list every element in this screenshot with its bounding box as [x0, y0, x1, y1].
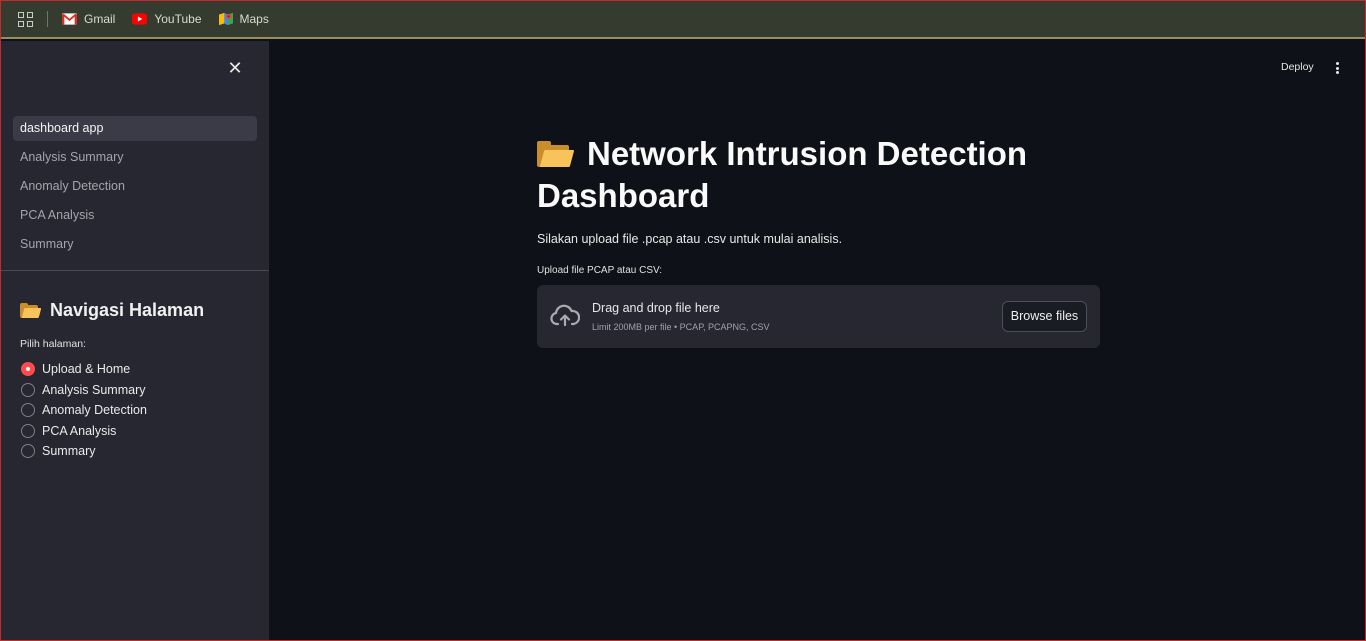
- bookmark-label: Gmail: [84, 12, 116, 26]
- browser-window: Gmail YouTube Maps ✕ dashboard app Analy…: [0, 0, 1366, 641]
- radio-analysis-summary[interactable]: Analysis Summary: [21, 380, 147, 401]
- dropzone-instructions: Drag and drop file here: [592, 301, 720, 315]
- close-sidebar-button[interactable]: ✕: [227, 58, 243, 78]
- sidebar-divider: [1, 270, 269, 271]
- sidebar-item-pca-analysis[interactable]: PCA Analysis: [13, 203, 257, 228]
- bookmark-gmail[interactable]: Gmail: [62, 12, 115, 26]
- deploy-button[interactable]: Deploy: [1281, 61, 1314, 73]
- radio-unchecked-icon: [21, 423, 35, 438]
- gmail-icon: [62, 13, 77, 25]
- sidebar: ✕ dashboard app Analysis Summary Anomaly…: [1, 41, 269, 640]
- radio-option-label: PCA Analysis: [42, 423, 117, 438]
- radio-option-label: Anomaly Detection: [42, 403, 147, 418]
- sidebar-item-dashboard-app[interactable]: dashboard app: [13, 116, 257, 141]
- dropzone-limit-text: Limit 200MB per file • PCAP, PCAPNG, CSV: [592, 322, 770, 332]
- browse-files-button[interactable]: Browse files: [1002, 301, 1087, 332]
- radio-summary[interactable]: Summary: [21, 441, 147, 462]
- bookmarks-bar: Gmail YouTube Maps: [1, 1, 1365, 39]
- radio-upload-home[interactable]: Upload & Home: [21, 359, 147, 380]
- open-folder-icon: [20, 303, 42, 318]
- radio-unchecked-icon: [21, 444, 35, 459]
- radio-checked-icon: [21, 362, 35, 377]
- sidebar-section-title-text: Navigasi Halaman: [50, 300, 205, 320]
- youtube-icon: [132, 13, 148, 25]
- close-icon: ✕: [227, 58, 243, 78]
- kebab-dot: [1335, 62, 1339, 65]
- bookmark-label: YouTube: [154, 12, 202, 26]
- radio-option-label: Upload & Home: [42, 362, 131, 377]
- main-content: Deploy Network Intrusion Detection Dashb…: [269, 41, 1365, 640]
- bookmark-maps[interactable]: Maps: [218, 12, 269, 26]
- radio-pca-analysis[interactable]: PCA Analysis: [21, 421, 147, 442]
- bookmark-label: Maps: [239, 12, 269, 26]
- sidebar-item-summary[interactable]: Summary: [13, 232, 257, 257]
- radio-unchecked-icon: [21, 403, 35, 418]
- radio-anomaly-detection[interactable]: Anomaly Detection: [21, 400, 147, 421]
- sidebar-item-analysis-summary[interactable]: Analysis Summary: [13, 145, 257, 170]
- bookmarks-separator: [47, 11, 48, 27]
- page-title-text: Network Intrusion Detection Dashboard: [537, 135, 1028, 214]
- file-dropzone[interactable]: Drag and drop file here Limit 200MB per …: [537, 285, 1100, 348]
- open-folder-icon: [537, 141, 575, 167]
- apps-grid-icon[interactable]: [18, 11, 33, 27]
- radio-option-label: Analysis Summary: [42, 382, 146, 397]
- maps-icon: [218, 12, 233, 26]
- sidebar-item-anomaly-detection[interactable]: Anomaly Detection: [13, 174, 257, 199]
- page-radio-group: Upload & Home Analysis Summary Anomaly D…: [21, 359, 147, 462]
- radio-option-label: Summary: [42, 444, 96, 459]
- radio-group-label: Pilih halaman:: [20, 338, 86, 350]
- page-title: Network Intrusion Detection Dashboard: [537, 133, 1057, 217]
- cloud-upload-icon: [550, 304, 580, 327]
- main-menu-button[interactable]: [1333, 60, 1341, 76]
- kebab-dot: [1335, 66, 1339, 70]
- sidebar-section-title: Navigasi Halaman: [20, 300, 204, 321]
- sidebar-nav: dashboard app Analysis Summary Anomaly D…: [13, 116, 257, 261]
- radio-unchecked-icon: [21, 382, 35, 397]
- bookmark-youtube[interactable]: YouTube: [132, 12, 202, 26]
- page-subtitle: Silakan upload file .pcap atau .csv untu…: [537, 232, 843, 246]
- upload-field-label: Upload file PCAP atau CSV:: [537, 265, 663, 276]
- kebab-dot: [1335, 71, 1339, 74]
